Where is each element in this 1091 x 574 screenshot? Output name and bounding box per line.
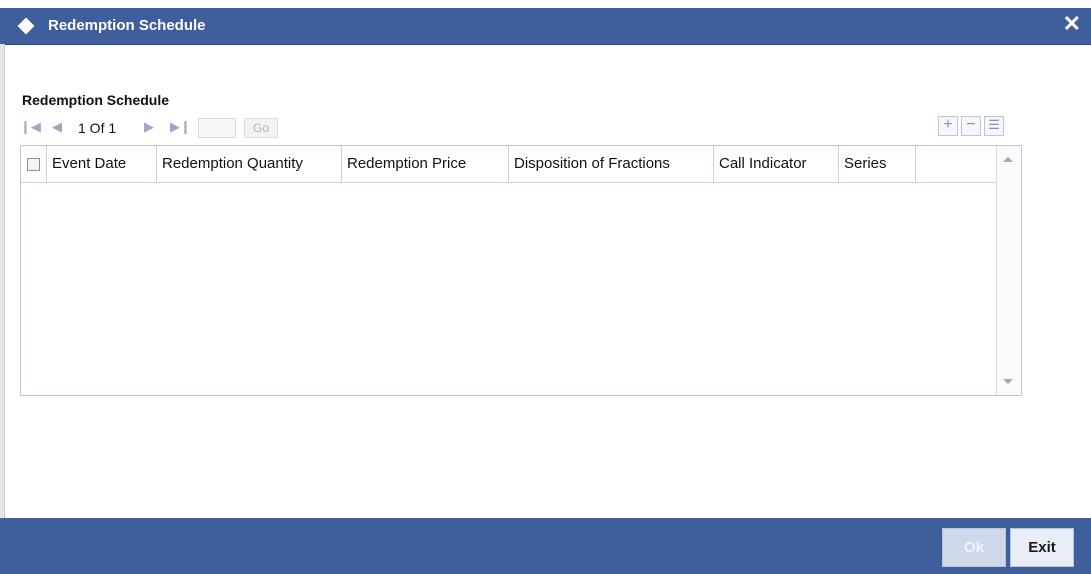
scroll-up-icon[interactable] (1003, 157, 1013, 162)
single-view-button[interactable]: ☰ (984, 116, 1004, 136)
column-header-redemption-price[interactable]: Redemption Price (342, 146, 509, 182)
pagination-bar: ❙◀ ◀ 1 Of 1 ▶ ▶❙ Go + − ☰ (20, 114, 1022, 142)
next-page-icon[interactable]: ▶ (144, 118, 154, 136)
select-all-checkbox[interactable] (27, 158, 40, 171)
delete-row-button[interactable]: − (961, 116, 981, 136)
grid-header-row: Event Date Redemption Quantity Redemptio… (21, 146, 997, 183)
prev-page-icon[interactable]: ◀ (52, 118, 62, 136)
column-header-series[interactable]: Series (839, 146, 916, 182)
vertical-scrollbar[interactable] (996, 146, 1021, 395)
page-number-input[interactable] (198, 118, 236, 138)
first-page-icon[interactable]: ❙◀ (20, 118, 41, 136)
diamond-icon (17, 17, 35, 35)
column-header-event-date[interactable]: Event Date (47, 146, 157, 182)
redemption-schedule-grid: Event Date Redemption Quantity Redemptio… (20, 145, 1022, 396)
go-button[interactable]: Go (244, 118, 278, 138)
page-info: 1 Of 1 (78, 120, 117, 136)
last-page-icon[interactable]: ▶❙ (170, 118, 191, 136)
column-header-call-indicator[interactable]: Call Indicator (714, 146, 839, 182)
column-header-redemption-quantity[interactable]: Redemption Quantity (157, 146, 342, 182)
select-all-cell (21, 146, 47, 182)
dialog-footer: Ok Exit (0, 518, 1091, 574)
exit-button[interactable]: Exit (1010, 528, 1074, 567)
window-titlebar: Redemption Schedule ✕ (0, 8, 1091, 45)
section-title: Redemption Schedule (22, 92, 170, 108)
close-icon[interactable]: ✕ (1063, 10, 1081, 38)
window-left-border (0, 44, 5, 518)
scroll-down-icon[interactable] (1003, 379, 1013, 384)
ok-button[interactable]: Ok (942, 528, 1006, 567)
column-header-disposition-of-fractions[interactable]: Disposition of Fractions (509, 146, 714, 182)
add-row-button[interactable]: + (938, 116, 958, 136)
window-title: Redemption Schedule (48, 17, 206, 34)
